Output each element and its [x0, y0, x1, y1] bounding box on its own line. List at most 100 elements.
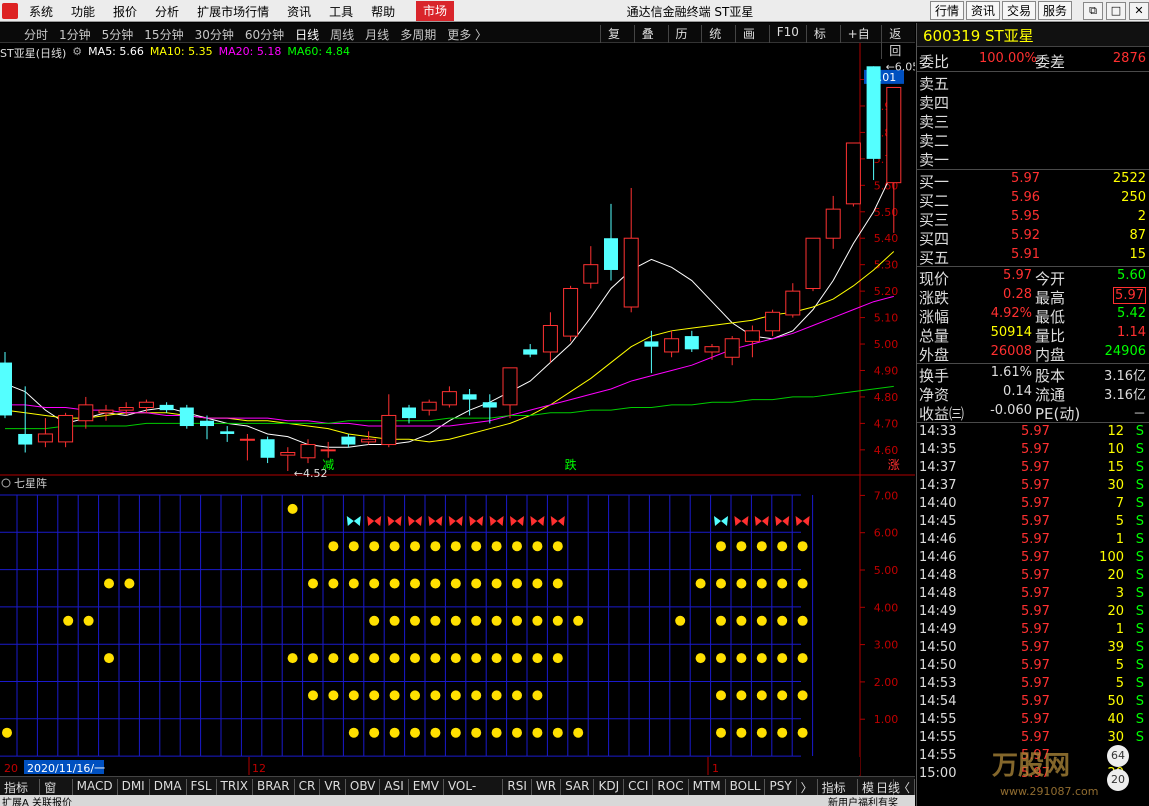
star-dot — [797, 653, 808, 664]
candle[interactable] — [845, 142, 861, 207]
butterfly-icon — [714, 516, 728, 526]
star-dot — [471, 578, 482, 589]
butterfly-wings — [387, 516, 402, 526]
period-tab-4[interactable]: 30分钟 — [195, 26, 234, 43]
stock-title: ST亚星(日线) — [0, 47, 67, 60]
tick-time: 14:33 — [919, 424, 957, 439]
stat2-label: 收益㈢ — [919, 405, 965, 423]
star-dot — [736, 727, 747, 738]
tick-time: 14:49 — [919, 622, 957, 637]
candle-body — [260, 439, 275, 458]
market-button[interactable]: 市场 — [416, 1, 454, 21]
star-dot — [777, 615, 788, 626]
sell-row: 卖五 — [917, 73, 1149, 93]
candle-body — [462, 394, 477, 400]
close-icon[interactable]: ✕ — [1129, 2, 1149, 20]
menu-item-5[interactable]: 资讯 — [278, 3, 320, 20]
candle[interactable] — [805, 237, 821, 292]
weibi-value: 100.00% — [979, 51, 1037, 66]
tick-price: 5.97 — [1021, 424, 1050, 439]
candle-body — [159, 404, 174, 411]
star-dot — [430, 615, 441, 626]
tick-time: 14:40 — [919, 496, 957, 511]
restore-icon[interactable]: ⧉ — [1083, 2, 1103, 20]
tick-volume: 1 — [1115, 532, 1124, 547]
tick-time: 15:00 — [919, 766, 957, 781]
buy-price: 5.96 — [1011, 190, 1040, 205]
stat2-label: 流通 — [1035, 386, 1066, 404]
star-dot — [410, 690, 420, 701]
settings-icon[interactable]: ⚙ — [72, 45, 82, 61]
butterfly-wings — [510, 516, 524, 526]
tick-row: 14:48 5.97 3 S — [917, 586, 1149, 604]
tick-row: 14:37 5.97 15 S — [917, 460, 1149, 478]
stat-label: 涨幅 — [919, 308, 950, 326]
period-tab-6[interactable]: 日线 — [295, 26, 319, 43]
side-badge-2[interactable]: 20 — [1107, 769, 1129, 791]
sub-panel-toggle-icon[interactable] — [1, 478, 11, 488]
tick-side: S — [1135, 460, 1144, 475]
star-dot — [532, 653, 543, 664]
period-tab-7[interactable]: 周线 — [330, 26, 354, 43]
menu-item-2[interactable]: 报价 — [104, 3, 146, 20]
stat-value: 50914 — [990, 325, 1032, 340]
star-dot — [573, 727, 584, 738]
signal-marker: 涨 — [888, 457, 900, 472]
tick-side: S — [1135, 514, 1144, 529]
star-dot — [450, 578, 461, 589]
star-dot — [450, 615, 461, 626]
price-tick-label: 4.70 — [874, 417, 899, 430]
menu-item-6[interactable]: 工具 — [320, 3, 362, 20]
top-button-3[interactable]: 服务 — [1038, 1, 1073, 20]
star-dot — [471, 615, 482, 626]
top-button-0[interactable]: 行情 — [930, 1, 965, 20]
menu-item-0[interactable]: 系统 — [20, 3, 62, 20]
period-tab-1[interactable]: 1分钟 — [59, 26, 91, 43]
stat-row: 外盘 26008 内盘 24906 — [917, 344, 1149, 364]
maximize-icon[interactable]: □ — [1106, 2, 1126, 20]
candle-body — [744, 330, 760, 342]
status-right[interactable]: 新用户福利有奖 — [828, 794, 898, 806]
star-dot — [512, 653, 522, 664]
candle-body — [78, 404, 94, 422]
period-tab-10[interactable]: 更多 〉 — [447, 26, 487, 43]
buy-volume: 2 — [1137, 209, 1146, 224]
tick-time: 14:37 — [919, 460, 957, 475]
period-tab-5[interactable]: 60分钟 — [245, 26, 284, 43]
quote-header: 600319 ST亚星 — [917, 23, 1149, 47]
app-logo-icon — [2, 3, 18, 19]
top-button-2[interactable]: 交易 — [1002, 1, 1037, 20]
buy-row: 买二 5.96 250 — [917, 190, 1149, 210]
star-dot — [450, 727, 461, 738]
menu-item-3[interactable]: 分析 — [146, 3, 188, 20]
star-dot — [104, 653, 114, 664]
price-tick-label: 4.90 — [874, 364, 899, 377]
candle[interactable] — [563, 285, 579, 342]
menu-item-4[interactable]: 扩展市场行情 — [188, 3, 278, 20]
period-tab-2[interactable]: 5分钟 — [102, 26, 134, 43]
star-dot — [491, 690, 502, 701]
tick-volume: 5 — [1115, 658, 1124, 673]
star-dot — [410, 653, 420, 664]
period-tab-8[interactable]: 月线 — [365, 26, 389, 43]
candle[interactable] — [58, 412, 74, 448]
weibi-label: 委比 — [919, 53, 950, 71]
candle[interactable] — [179, 404, 194, 429]
sell-row: 卖二 — [917, 130, 1149, 150]
tick-time: 14:45 — [919, 514, 957, 529]
period-tab-3[interactable]: 15分钟 — [144, 26, 183, 43]
stat2-row: 收益㈢ -0.060 PE(动) － — [917, 403, 1149, 423]
menu-item-7[interactable]: 帮助 — [362, 3, 404, 20]
sub-tick-label: 1.00 — [874, 713, 899, 726]
side-badge-1[interactable]: 64 — [1107, 745, 1129, 767]
top-button-1[interactable]: 资讯 — [966, 1, 1001, 20]
sell-row: 卖四 — [917, 92, 1149, 112]
star-dot — [716, 615, 726, 626]
kline-chart[interactable]: 6.005.905.805.705.605.505.405.305.205.10… — [0, 43, 915, 776]
tick-row: 14:35 5.97 10 S — [917, 442, 1149, 460]
star-dot — [532, 690, 543, 701]
period-tab-0[interactable]: 分时 — [24, 26, 48, 43]
period-tab-9[interactable]: 多周期 — [400, 26, 436, 43]
period-tabs: 分时 1分钟 5分钟 15分钟 30分钟 60分钟 日线 周线 月线 多周期 更多 〉 — [24, 26, 498, 43]
menu-item-1[interactable]: 功能 — [62, 3, 104, 20]
